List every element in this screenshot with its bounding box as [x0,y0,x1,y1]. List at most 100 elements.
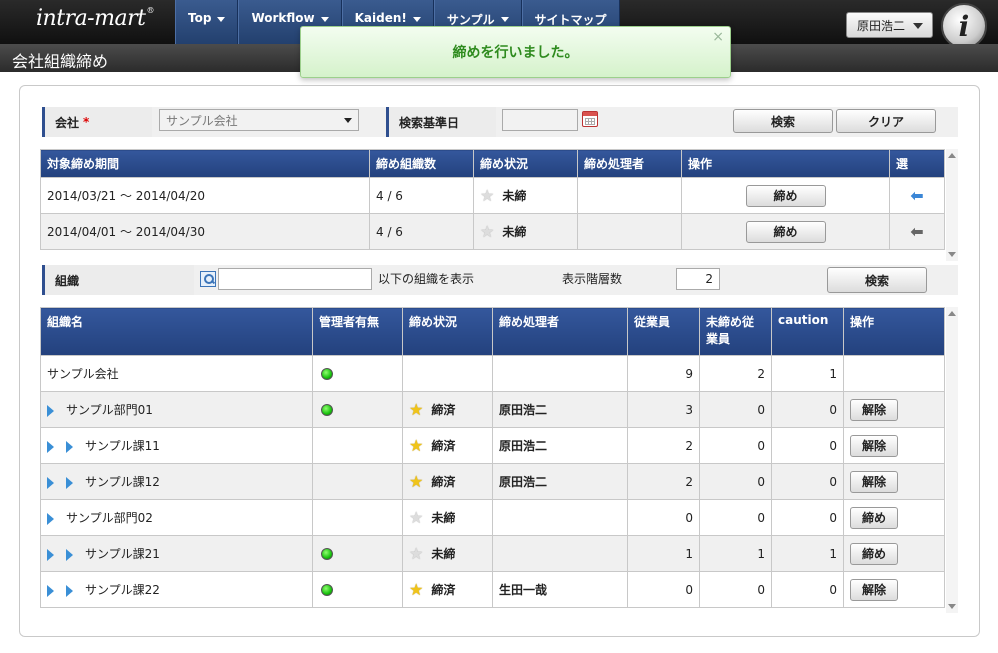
tree-expand-icon[interactable] [47,440,54,453]
status-cell: ★ 未締 [402,535,493,572]
status-cell [402,355,493,392]
star-icon: ★ [409,471,424,491]
logo-reg-mark: ® [146,6,154,15]
close-icon[interactable]: × [712,29,724,45]
processor-cell [492,499,628,536]
status-cell: ★ 締済 [402,427,493,464]
period-row[interactable]: 2014/03/21 ～ 2014/04/20 4 / 6 ★ 未締 締め ⬅ [40,177,945,214]
select-cell[interactable]: ⬅ [889,177,945,214]
manager-cell [312,427,403,464]
org-table-scrollbar[interactable] [946,307,958,613]
tree-expand-icon[interactable] [47,404,54,417]
base-date-label: 検索基準日 [386,107,496,137]
star-icon: ★ [409,507,424,527]
period-table-scrollbar[interactable] [946,149,958,261]
arrow-left-icon[interactable]: ⬅ [910,222,923,241]
depth-input[interactable]: 2 [676,268,720,290]
star-icon: ★ [409,579,424,599]
org-name-text: サンプル課11 [85,439,160,453]
org-label-text: 組織 [55,273,80,288]
caution-count-cell: 0 [771,463,844,500]
company-select-value: サンプル会社 [166,113,238,128]
org-name-cell: サンプル部門01 [40,391,313,428]
status-cell: ★ 締済 [402,463,493,500]
star-icon: ★ [480,185,495,205]
action-cell: 締め [843,499,945,536]
star-icon: ★ [480,221,495,241]
tree-expand-icon[interactable] [47,548,54,561]
unclosed-count-cell: 0 [699,571,772,608]
search-icon[interactable] [200,271,216,287]
org-name-cell: サンプル課22 [40,571,313,608]
org-input[interactable] [218,268,372,290]
period-col-header: 締め処理者 [577,149,682,178]
tree-expand-icon[interactable] [47,512,54,525]
scroll-up-icon[interactable] [948,311,956,316]
user-menu-dropdown[interactable]: 原田浩二 [846,12,933,38]
org-row[interactable]: サンプル部門01 ★ 締済 原田浩二 3 0 0 解除 [40,391,945,428]
org-row[interactable]: サンプル部門02 ★ 未締 0 0 0 締め [40,499,945,536]
org-name-text: サンプル課22 [85,583,160,597]
nav-item-0[interactable]: Top [175,0,239,44]
org-row[interactable]: サンプル課11 ★ 締済 原田浩二 2 0 0 解除 [40,427,945,464]
chevron-down-icon [913,23,923,29]
org-col-header: 締め状況 [402,307,493,356]
org-search-button[interactable]: 検索 [827,267,927,293]
clear-button[interactable]: クリア [836,109,936,133]
tree-expand-icon[interactable] [66,548,73,561]
scroll-down-icon[interactable] [948,252,956,257]
scroll-down-icon[interactable] [948,604,956,609]
release-button[interactable]: 解除 [850,398,898,421]
calendar-icon[interactable] [582,111,598,127]
unclosed-count-cell: 1 [699,535,772,572]
base-date-input[interactable] [502,109,578,131]
company-label: 会社 * [42,107,152,137]
period-row[interactable]: 2014/04/01 ～ 2014/04/30 4 / 6 ★ 未締 締め ⬅ [40,213,945,250]
manager-cell [312,571,403,608]
tree-expand-icon[interactable] [66,440,73,453]
close-period-button[interactable]: 締め [745,220,826,243]
release-button[interactable]: 解除 [850,578,898,601]
period-col-header: 締め状況 [473,149,578,178]
manager-status-icon [321,404,333,416]
scroll-up-icon[interactable] [948,153,956,158]
select-cell[interactable]: ⬅ [889,213,945,250]
success-toast: 締めを行いました。 × [300,26,731,78]
chevron-down-icon [320,17,329,22]
tree-expand-icon[interactable] [66,584,73,597]
unclosed-count-cell: 0 [699,391,772,428]
release-button[interactable]: 解除 [850,470,898,493]
logo-text: intra-mart [36,6,146,31]
action-cell: 締め [843,535,945,572]
tree-expand-icon[interactable] [47,476,54,489]
org-row[interactable]: サンプル会社 9 2 1 [40,355,945,392]
company-select[interactable]: サンプル会社 [159,109,359,131]
search-button[interactable]: 検索 [733,109,833,133]
org-count-cell: 4 / 6 [369,213,474,250]
unclosed-count-cell: 2 [699,355,772,392]
status-text: 未締 [431,547,456,561]
nav-item-label: Workflow [251,11,315,25]
org-col-header: 操作 [843,307,945,356]
close-button[interactable]: 締め [850,506,898,529]
period-cell: 2014/03/21 ～ 2014/04/20 [40,177,370,214]
action-cell: 解除 [843,463,945,500]
org-name-text: サンプル課12 [85,475,160,489]
im-info-icon[interactable]: i [941,3,987,49]
org-row[interactable]: サンプル課22 ★ 締済 生田一哉 0 0 0 解除 [40,571,945,608]
org-name-cell: サンプル部門02 [40,499,313,536]
tree-expand-icon[interactable] [47,584,54,597]
org-row[interactable]: サンプル課12 ★ 締済 原田浩二 2 0 0 解除 [40,463,945,500]
status-cell: ★ 未締 [473,213,578,250]
arrow-left-icon[interactable]: ⬅ [910,186,923,205]
unclosed-count-cell: 0 [699,499,772,536]
unclosed-count-cell: 0 [699,463,772,500]
org-row[interactable]: サンプル課21 ★ 未締 1 1 1 締め [40,535,945,572]
processor-cell: 原田浩二 [492,391,628,428]
close-button[interactable]: 締め [850,542,898,565]
release-button[interactable]: 解除 [850,434,898,457]
close-period-button[interactable]: 締め [745,184,826,207]
main-panel: 会社 * サンプル会社 検索基準日 検索 クリア 対象締め期間 締め組織数 締め状況締… [19,85,980,637]
intra-mart-logo[interactable]: intra-mart® [36,6,156,38]
tree-expand-icon[interactable] [66,476,73,489]
